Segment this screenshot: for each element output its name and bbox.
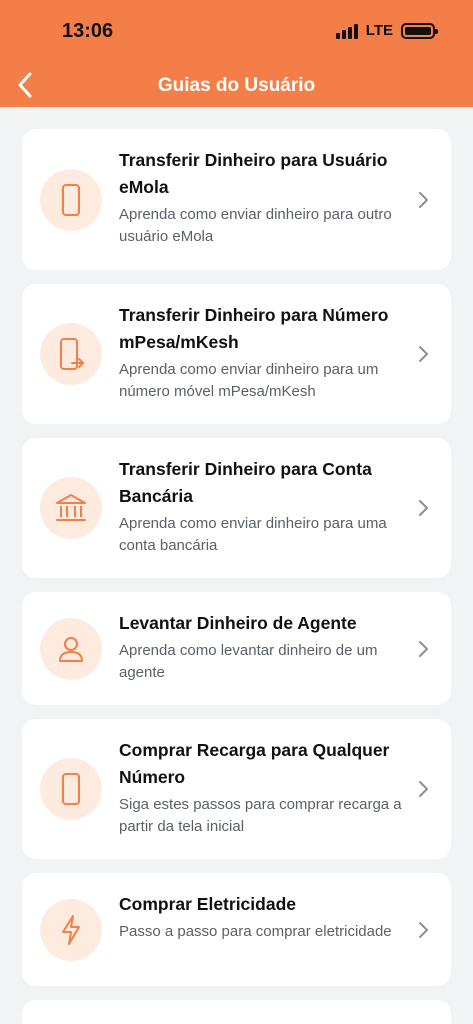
guide-description: Passo a passo para comprar eletricidade xyxy=(119,923,392,940)
guide-description: Aprenda como enviar dinheiro para outro … xyxy=(119,206,392,245)
guide-icon-container xyxy=(40,323,102,385)
guide-description: Aprenda como enviar dinheiro para uma co… xyxy=(119,515,387,554)
guide-title: Transferir Dinheiro para Conta Bancária xyxy=(119,459,372,506)
signal-icon xyxy=(335,23,358,39)
phone-icon xyxy=(62,183,80,216)
guide-card-bank-transfer[interactable]: Transferir Dinheiro para Conta Bancária … xyxy=(22,438,451,578)
app-header: 13:06 LTE Guias do Usuário xyxy=(0,0,473,107)
battery-icon xyxy=(401,22,438,39)
guide-card-agent-withdraw[interactable]: Levantar Dinheiro de Agente Aprenda como… xyxy=(22,592,451,705)
guide-icon-container xyxy=(40,758,102,820)
guide-icon-container xyxy=(40,617,102,680)
chevron-right-icon xyxy=(417,191,429,209)
guide-title: Comprar Recarga para Qualquer Número xyxy=(119,740,390,787)
guide-card-emola-transfer[interactable]: Transferir Dinheiro para Usuário eMola A… xyxy=(22,129,451,270)
guide-title: Levantar Dinheiro de Agente xyxy=(119,613,357,633)
guide-card-buy-electricity[interactable]: Comprar Eletricidade Passo a passo para … xyxy=(22,873,451,986)
chevron-right-icon xyxy=(417,780,429,798)
phone-transfer-icon xyxy=(60,338,84,370)
guide-description: Aprenda como levantar dinheiro de um age… xyxy=(119,642,378,681)
guides-list: Transferir Dinheiro para Usuário eMola A… xyxy=(22,129,451,1024)
bank-icon xyxy=(56,494,86,521)
guide-description: Aprenda como enviar dinheiro para um núm… xyxy=(119,361,379,400)
chevron-right-icon xyxy=(417,499,429,517)
network-label: LTE xyxy=(365,22,393,39)
guide-title: Transferir Dinheiro para Número mPesa/mK… xyxy=(119,305,389,352)
guide-title: Transferir Dinheiro para Usuário eMola xyxy=(119,150,388,197)
guide-title: Comprar Eletricidade xyxy=(119,894,296,914)
status-icons: LTE xyxy=(335,22,438,39)
chevron-right-icon xyxy=(417,345,429,363)
phone-icon xyxy=(62,773,80,805)
guide-description: Siga estes passos para comprar recarga a… xyxy=(119,796,402,835)
user-icon xyxy=(59,636,83,662)
guide-card-mpesa-transfer[interactable]: Transferir Dinheiro para Número mPesa/mK… xyxy=(22,284,451,424)
guide-card-buy-airtime[interactable]: Comprar Recarga para Qualquer Número Sig… xyxy=(22,719,451,859)
guide-card-partial[interactable] xyxy=(22,1000,451,1024)
chevron-right-icon xyxy=(417,640,429,658)
page-title: Guias do Usuário xyxy=(157,75,316,96)
lightning-icon xyxy=(62,914,80,945)
chevron-right-icon xyxy=(417,921,429,939)
guide-icon-container xyxy=(40,168,102,231)
status-time: 13:06 xyxy=(62,20,114,42)
guide-icon-container xyxy=(40,898,102,961)
guide-icon-container xyxy=(40,477,102,539)
